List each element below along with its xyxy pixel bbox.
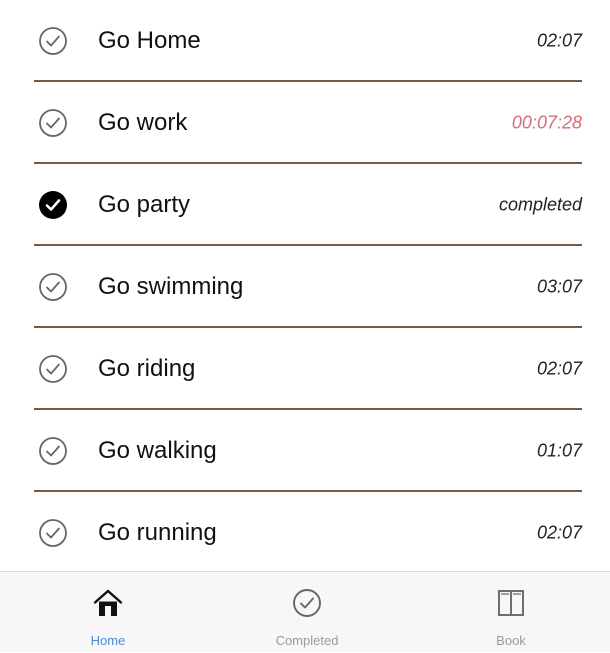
task-status: completed — [498, 194, 582, 215]
tab-completed[interactable]: Completed — [237, 572, 377, 653]
book-icon — [494, 586, 528, 620]
task-timer: 00:07:28 — [511, 112, 582, 133]
task-title: Go party — [98, 191, 191, 218]
task-title: Go Home — [98, 27, 201, 54]
task-time: 01:07 — [536, 440, 582, 461]
task-time: 02:07 — [536, 522, 582, 543]
bottom-tab-bar: Home Completed Book — [0, 571, 610, 652]
check-circle-icon[interactable] — [38, 354, 68, 384]
check-circle-icon[interactable] — [38, 436, 68, 466]
check-circle-icon[interactable] — [38, 26, 68, 56]
task-list: Go Home 02:07 Go work 00:07:28 Go party … — [0, 0, 610, 574]
check-circle-icon[interactable] — [38, 518, 68, 548]
check-circle-icon — [290, 586, 324, 620]
task-time: 03:07 — [536, 276, 582, 297]
check-circle-icon[interactable] — [38, 272, 68, 302]
task-title: Go walking — [98, 437, 217, 464]
tab-home[interactable]: Home — [38, 572, 178, 653]
task-time: 02:07 — [536, 30, 582, 51]
task-row[interactable]: Go work 00:07:28 — [0, 82, 610, 164]
task-row[interactable]: Go riding 02:07 — [0, 328, 610, 410]
home-icon — [91, 586, 125, 620]
task-title: Go swimming — [98, 273, 244, 300]
task-row[interactable]: Go swimming 03:07 — [0, 246, 610, 328]
task-row[interactable]: Go party completed — [0, 164, 610, 246]
task-title: Go riding — [98, 355, 196, 382]
check-circle-icon[interactable] — [38, 108, 68, 138]
task-title: Go running — [98, 519, 217, 546]
check-circle-filled-icon[interactable] — [38, 190, 68, 220]
task-time: 02:07 — [536, 358, 582, 379]
task-row[interactable]: Go running 02:07 — [0, 492, 610, 574]
tab-label-book: Book — [496, 633, 526, 648]
task-row[interactable]: Go Home 02:07 — [0, 0, 610, 82]
tab-book[interactable]: Book — [441, 572, 581, 653]
tab-label-home: Home — [90, 633, 126, 648]
task-row[interactable]: Go walking 01:07 — [0, 410, 610, 492]
tab-label-completed: Completed — [275, 633, 339, 648]
task-title: Go work — [98, 109, 188, 136]
